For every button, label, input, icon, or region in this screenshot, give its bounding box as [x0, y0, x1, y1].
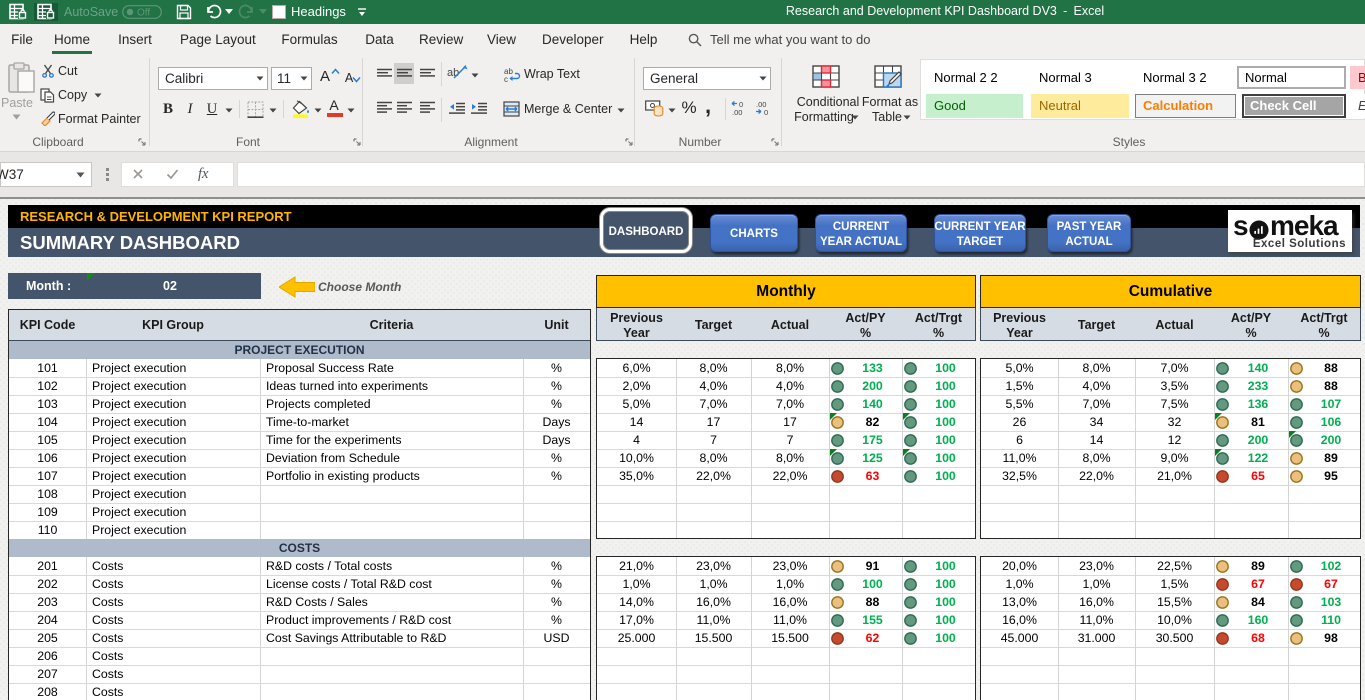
svg-text:c: c	[504, 75, 508, 82]
svg-text:0: 0	[764, 108, 768, 116]
svg-text:Off: Off	[137, 8, 150, 19]
svg-text:.00: .00	[732, 108, 742, 116]
